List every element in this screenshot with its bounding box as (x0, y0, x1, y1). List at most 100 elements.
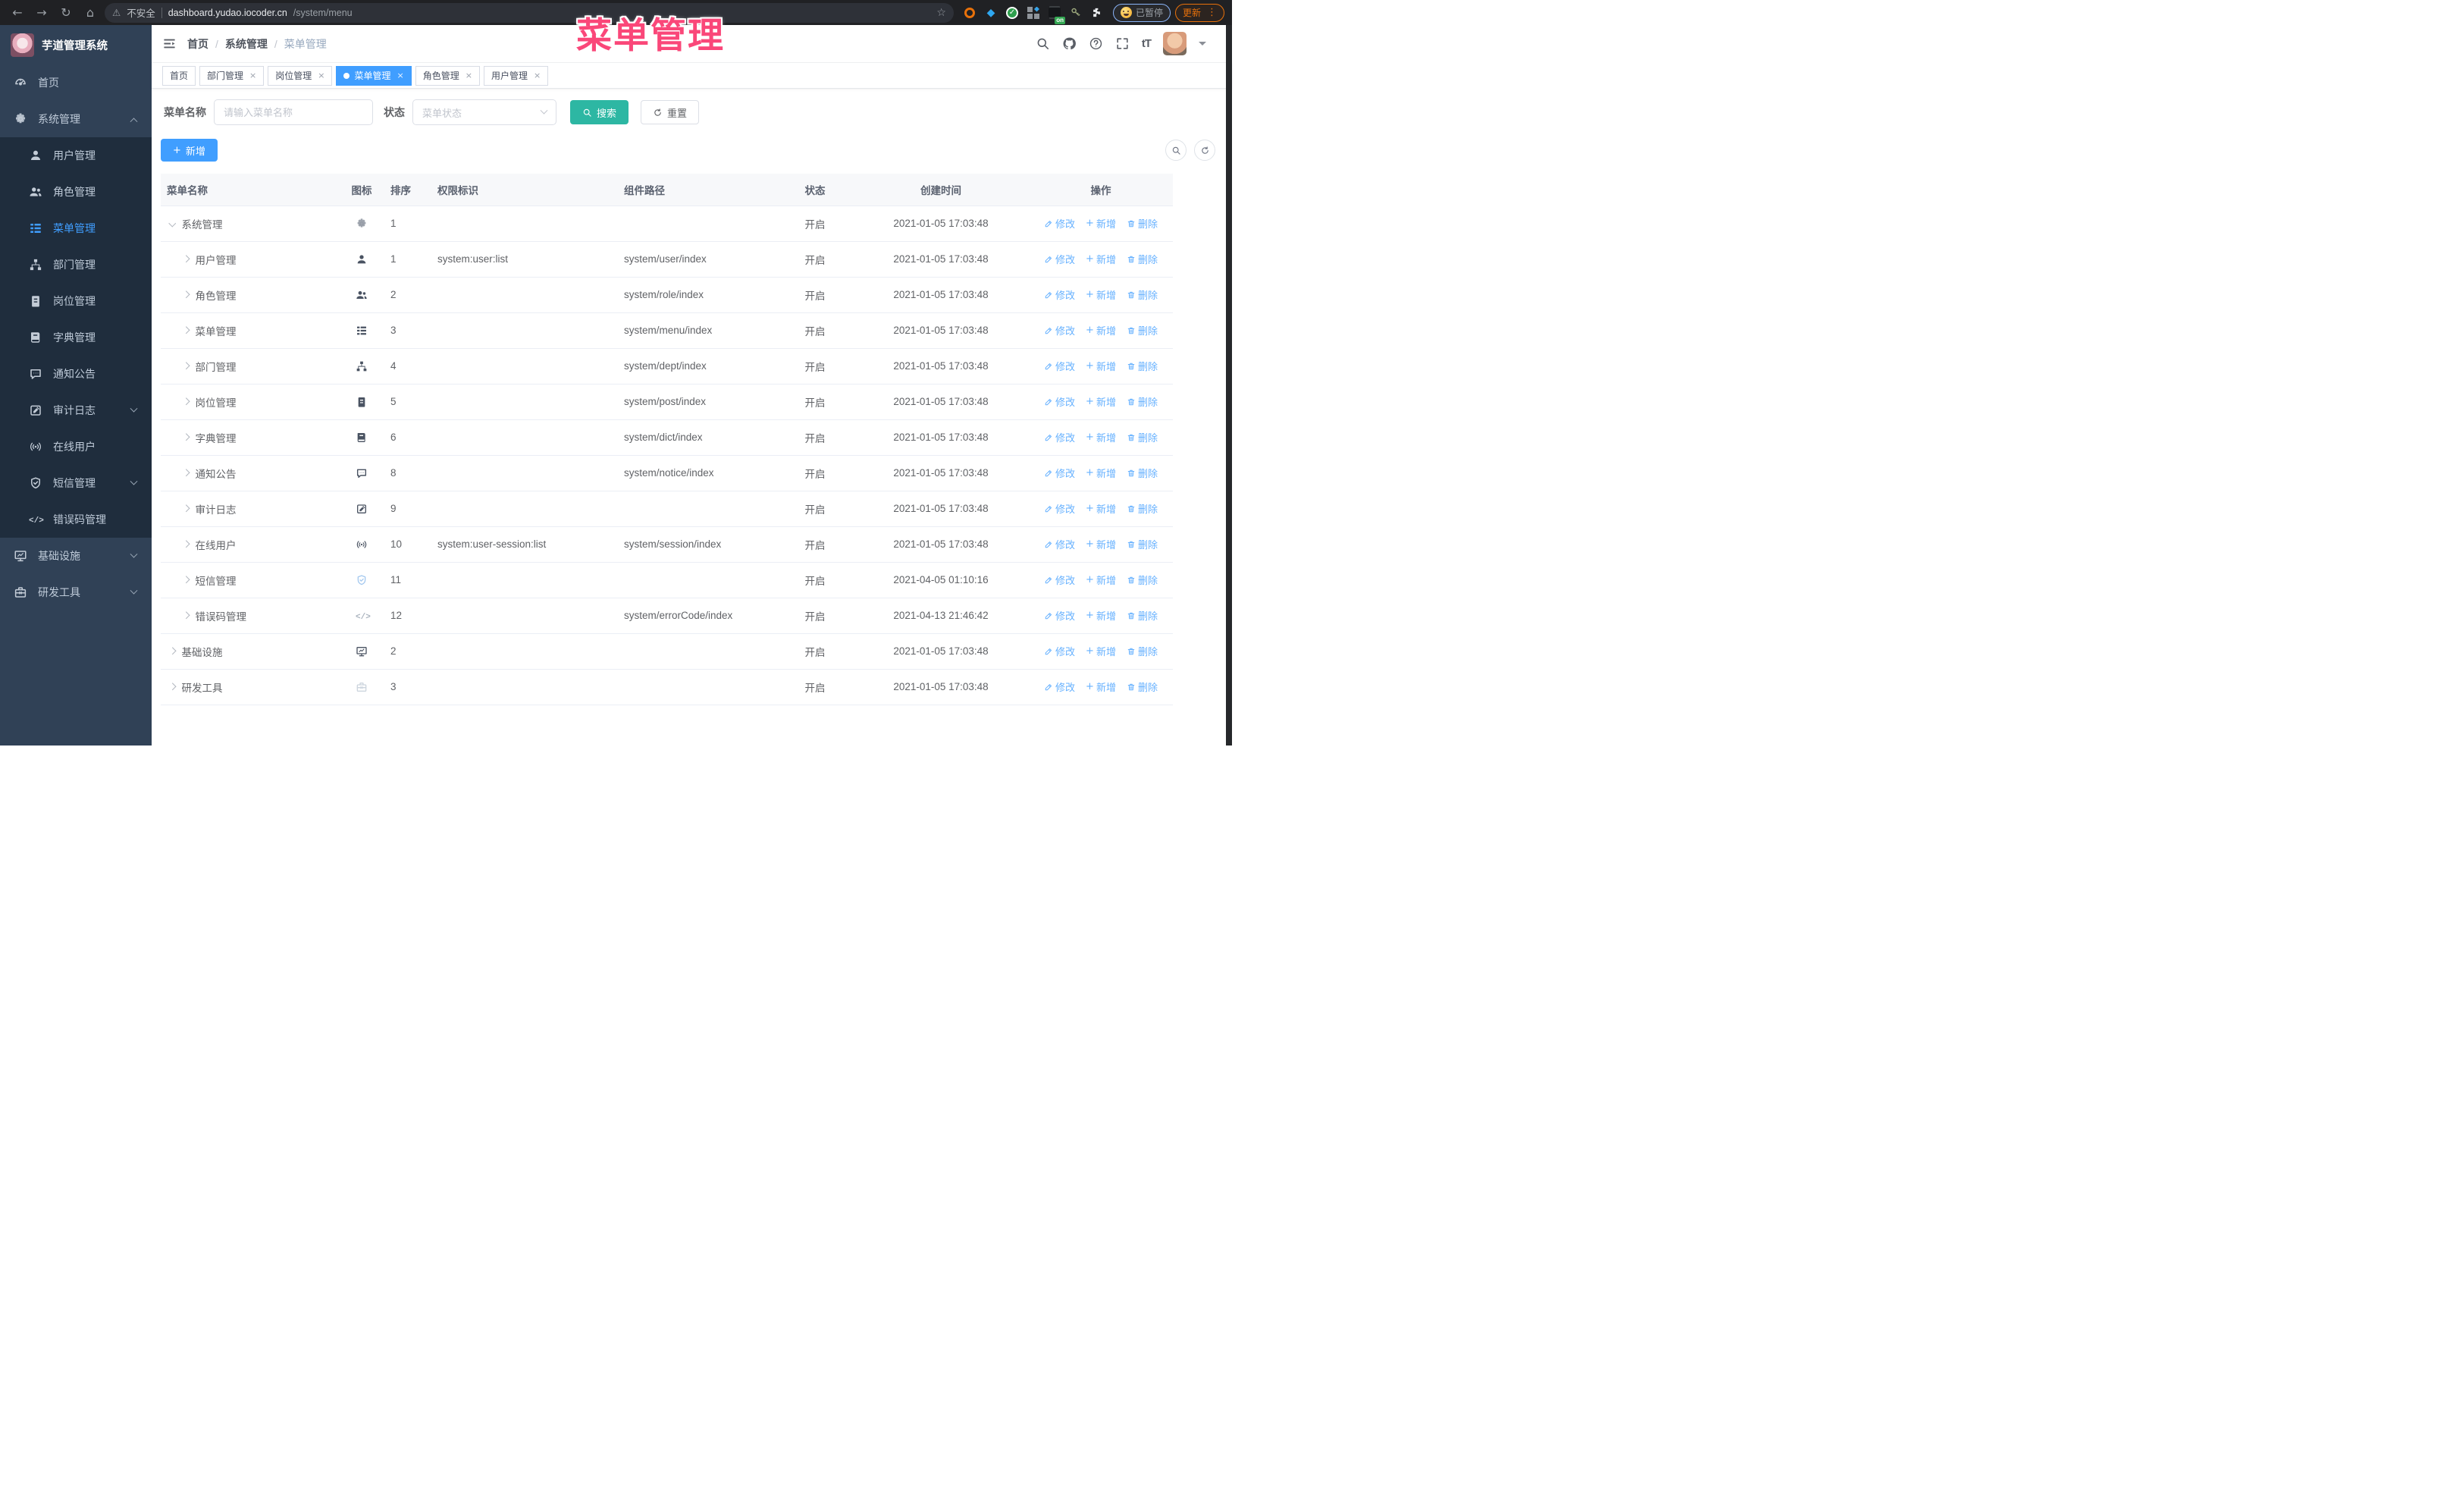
edit-button[interactable]: 修改 (1044, 323, 1075, 337)
sidebar-item-dict-management[interactable]: 字典管理 (0, 319, 152, 356)
delete-button[interactable]: 删除 (1127, 466, 1158, 480)
edit-button[interactable]: 修改 (1044, 644, 1075, 658)
tab-角色管理[interactable]: 角色管理 × (415, 65, 480, 86)
row-expand-icon[interactable] (182, 255, 190, 263)
sidebar-item-audit-log[interactable]: 审计日志 (0, 392, 152, 428)
sidebar-item-dev-tools[interactable]: 研发工具 (0, 574, 152, 611)
sidebar-item-user-management[interactable]: 用户管理 (0, 137, 152, 174)
logo-row[interactable]: 芋道管理系统 (0, 25, 152, 64)
address-bar[interactable]: ⚠ 不安全 dashboard.yudao.iocoder.cn/system/… (105, 2, 954, 23)
delete-button[interactable]: 删除 (1127, 394, 1158, 409)
sidebar-item-home[interactable]: 首页 (0, 64, 152, 101)
hamburger-icon[interactable] (162, 36, 177, 51)
sidebar-item-role-management[interactable]: 角色管理 (0, 174, 152, 210)
close-icon[interactable]: × (249, 71, 256, 80)
row-expand-icon[interactable] (182, 576, 190, 584)
row-add-button[interactable]: + 新增 (1086, 359, 1116, 373)
browser-menu-icon[interactable]: ⋮ (1207, 7, 1217, 18)
row-expand-icon[interactable] (168, 647, 176, 655)
delete-button[interactable]: 删除 (1127, 359, 1158, 373)
close-icon[interactable]: × (466, 71, 472, 80)
extension-stack-icon[interactable]: on (1048, 6, 1065, 24)
row-expand-icon[interactable] (182, 326, 190, 334)
sidebar-item-post-management[interactable]: 岗位管理 (0, 283, 152, 319)
profile-paused-chip[interactable]: 已暂停 (1112, 3, 1171, 22)
sidebar-item-menu-management[interactable]: 菜单管理 (0, 210, 152, 246)
delete-button[interactable]: 删除 (1127, 537, 1158, 551)
row-add-button[interactable]: + 新增 (1086, 287, 1116, 302)
sidebar-item-online-users[interactable]: 在线用户 (0, 428, 152, 465)
delete-button[interactable]: 删除 (1127, 252, 1158, 266)
edit-button[interactable]: 修改 (1044, 394, 1075, 409)
sidebar-item-notice-announcement[interactable]: 通知公告 (0, 356, 152, 392)
row-expand-icon[interactable] (182, 504, 190, 513)
row-expand-icon[interactable] (182, 611, 190, 620)
delete-button[interactable]: 删除 (1127, 216, 1158, 231)
font-size-icon[interactable]: tT (1142, 37, 1152, 50)
update-button[interactable]: 更新 ⋮ (1174, 3, 1224, 22)
delete-button[interactable]: 删除 (1127, 287, 1158, 302)
avatar-caret-icon[interactable] (1199, 42, 1206, 49)
tab-部门管理[interactable]: 部门管理 × (199, 65, 265, 86)
extension-diamond-icon[interactable]: ◆ (984, 6, 998, 20)
tab-首页[interactable]: 首页 (162, 65, 196, 86)
edit-button[interactable]: 修改 (1044, 537, 1075, 551)
page-scrollbar[interactable] (1226, 25, 1232, 746)
browser-forward-icon[interactable]: → (32, 3, 52, 23)
row-add-button[interactable]: + 新增 (1086, 466, 1116, 480)
extensions-puzzle-icon[interactable] (1090, 6, 1104, 20)
browser-back-icon[interactable]: ← (8, 3, 27, 23)
edit-button[interactable]: 修改 (1044, 430, 1075, 444)
edit-button[interactable]: 修改 (1044, 608, 1075, 623)
sidebar-item-system-management[interactable]: 系统管理 (0, 101, 152, 137)
reset-button[interactable]: 重置 (641, 100, 700, 124)
breadcrumb-home[interactable]: 首页 (187, 36, 208, 52)
delete-button[interactable]: 删除 (1127, 680, 1158, 694)
help-icon[interactable] (1089, 36, 1103, 51)
edit-button[interactable]: 修改 (1044, 466, 1075, 480)
sidebar-item-sms-management[interactable]: 短信管理 (0, 465, 152, 501)
github-icon[interactable] (1062, 36, 1077, 51)
close-icon[interactable]: × (534, 71, 541, 80)
edit-button[interactable]: 修改 (1044, 252, 1075, 266)
browser-home-icon[interactable]: ⌂ (80, 3, 100, 23)
row-add-button[interactable]: + 新增 (1086, 608, 1116, 623)
sidebar-item-dept-management[interactable]: 部门管理 (0, 246, 152, 283)
edit-button[interactable]: 修改 (1044, 287, 1075, 302)
row-expand-icon[interactable] (168, 219, 176, 228)
bookmark-star-icon[interactable]: ☆ (936, 7, 946, 19)
close-icon[interactable]: × (397, 71, 404, 80)
row-add-button[interactable]: + 新增 (1086, 323, 1116, 337)
row-add-button[interactable]: + 新增 (1086, 394, 1116, 409)
row-add-button[interactable]: + 新增 (1086, 680, 1116, 694)
row-expand-icon[interactable] (182, 290, 190, 299)
delete-button[interactable]: 删除 (1127, 573, 1158, 587)
row-expand-icon[interactable] (182, 362, 190, 370)
delete-button[interactable]: 删除 (1127, 501, 1158, 516)
edit-button[interactable]: 修改 (1044, 680, 1075, 694)
fullscreen-icon[interactable] (1115, 36, 1130, 51)
extension-ring-icon[interactable] (963, 6, 977, 20)
user-avatar[interactable] (1163, 32, 1187, 55)
delete-button[interactable]: 删除 (1127, 323, 1158, 337)
row-add-button[interactable]: + 新增 (1086, 252, 1116, 266)
add-button[interactable]: + 新增 (161, 139, 218, 162)
tab-菜单管理[interactable]: 菜单管理 × (336, 65, 412, 86)
breadcrumb-system[interactable]: 系统管理 (225, 36, 268, 52)
row-add-button[interactable]: + 新增 (1086, 216, 1116, 231)
row-expand-icon[interactable] (182, 469, 190, 477)
delete-button[interactable]: 删除 (1127, 430, 1158, 444)
row-add-button[interactable]: + 新增 (1086, 573, 1116, 587)
status-select[interactable]: 菜单状态 (412, 99, 556, 125)
extension-grid-icon[interactable] (1027, 6, 1040, 20)
menu-name-input[interactable] (214, 99, 373, 125)
toggle-search-button[interactable] (1165, 140, 1187, 161)
edit-button[interactable]: 修改 (1044, 573, 1075, 587)
row-add-button[interactable]: + 新增 (1086, 501, 1116, 516)
tab-用户管理[interactable]: 用户管理 × (483, 65, 549, 86)
browser-reload-icon[interactable]: ↻ (56, 3, 76, 23)
refresh-table-button[interactable] (1194, 140, 1215, 161)
row-expand-icon[interactable] (182, 433, 190, 441)
search-button[interactable]: 搜索 (570, 100, 629, 124)
row-add-button[interactable]: + 新增 (1086, 537, 1116, 551)
